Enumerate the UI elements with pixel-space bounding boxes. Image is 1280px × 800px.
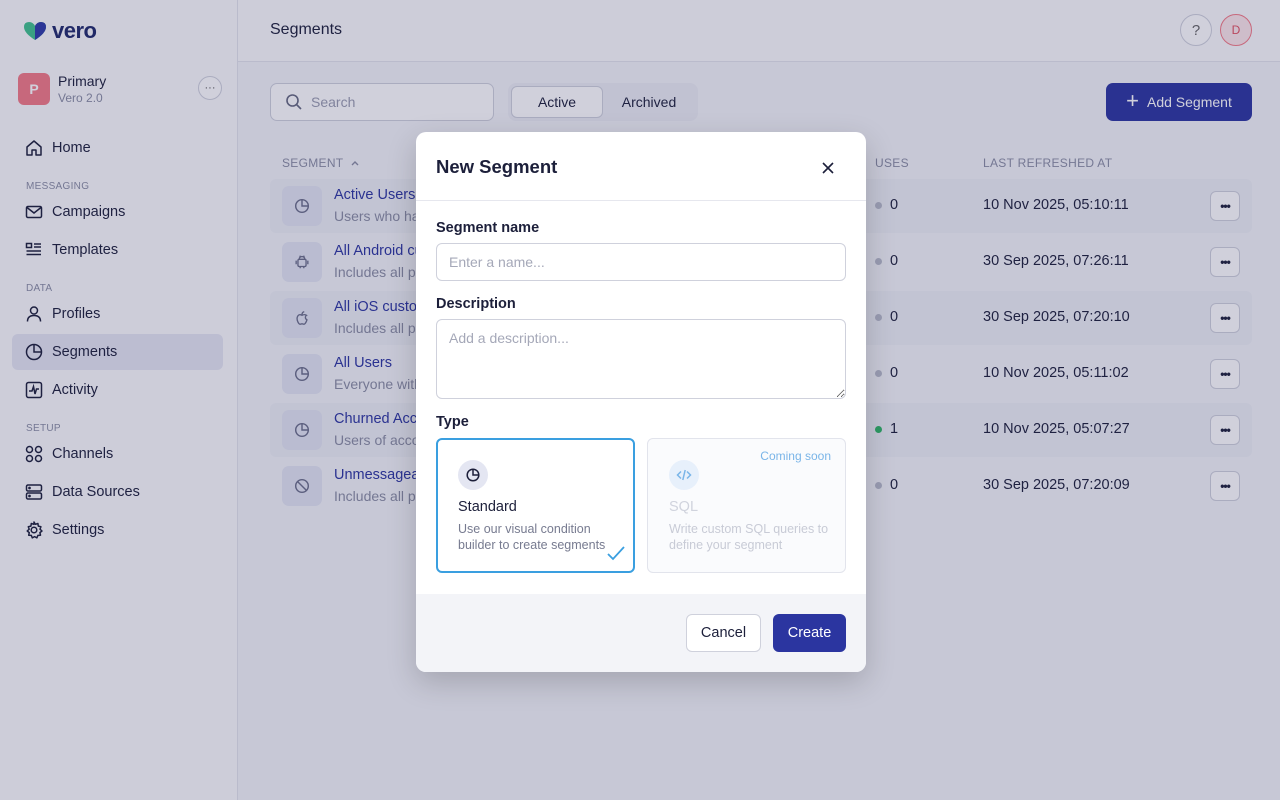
type-title: SQL <box>669 499 699 515</box>
close-button[interactable] <box>816 156 840 180</box>
type-title: Standard <box>458 499 517 515</box>
pie-chart-icon <box>466 468 480 482</box>
checkmark-icon <box>607 546 625 561</box>
type-icon <box>458 460 488 490</box>
type-option-sql: Coming soon SQL Write custom SQL queries… <box>647 438 846 573</box>
type-description: Write custom SQL queries to define your … <box>669 522 829 552</box>
coming-soon-badge: Coming soon <box>760 449 831 463</box>
create-button[interactable]: Create <box>773 614 846 652</box>
type-label: Type <box>436 414 469 430</box>
cancel-button[interactable]: Cancel <box>686 614 761 652</box>
description-label: Description <box>436 296 516 312</box>
segment-name-input[interactable] <box>436 243 846 281</box>
dialog-title: New Segment <box>436 156 558 177</box>
segment-name-label: Segment name <box>436 220 540 236</box>
description-textarea[interactable] <box>436 319 846 399</box>
new-segment-dialog: New Segment Segment name Description Typ… <box>416 132 866 672</box>
dialog-footer: Cancel Create <box>416 594 866 672</box>
code-icon <box>676 469 692 481</box>
close-icon <box>822 162 834 174</box>
type-option-standard[interactable]: Standard Use our visual condition builde… <box>436 438 635 573</box>
type-icon <box>669 460 699 490</box>
divider <box>416 200 866 201</box>
type-description: Use our visual condition builder to crea… <box>458 522 606 552</box>
